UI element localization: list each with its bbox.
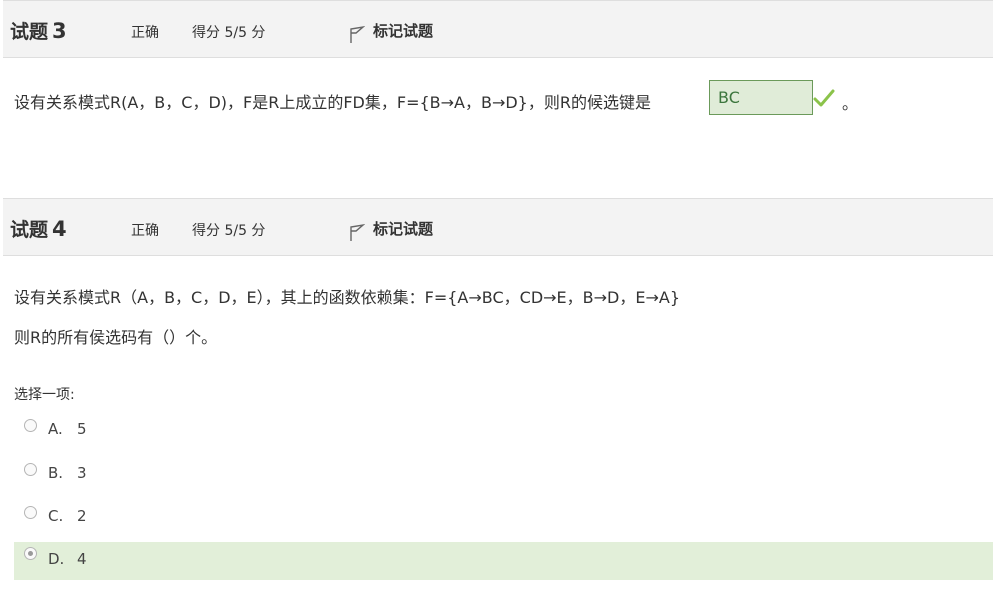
question-state: 正确 — [131, 223, 159, 239]
question-4-title: 试题 4 — [10, 215, 67, 242]
option-letter: C. — [48, 507, 64, 525]
sentence-end: 。 — [842, 94, 859, 113]
radio-button[interactable] — [24, 419, 37, 432]
question-3-text: 设有关系模式R(A，B，C，D)，F是R上成立的FD集，F={B→A，B→D}，… — [14, 93, 651, 112]
flag-question-button[interactable]: 标记试题 — [348, 20, 434, 43]
option-letter: B. — [48, 464, 64, 482]
flag-question-button[interactable]: 标记试题 — [348, 218, 434, 241]
question-grade: 得分 5/5 分 — [192, 223, 266, 239]
question-grade: 得分 5/5 分 — [192, 25, 266, 41]
radio-button[interactable] — [24, 506, 37, 519]
question-4-header: 试题 4 正确 得分 5/5 分 标记试题 — [3, 198, 993, 256]
option-letter: D. — [48, 550, 65, 568]
question-number: 3 — [52, 19, 67, 43]
question-4-text-line1: 设有关系模式R（A，B，C，D，E），其上的函数依赖集：F={A→BC，CD→E… — [14, 288, 681, 307]
answer-input[interactable]: BC — [709, 80, 813, 115]
choose-one-prompt: 选择一项: — [14, 387, 75, 403]
radio-button[interactable] — [24, 463, 37, 476]
option-d[interactable]: D. 4 — [14, 542, 993, 580]
radio-button-selected[interactable] — [24, 547, 37, 560]
question-title-prefix: 试题 — [10, 219, 49, 241]
option-value: 3 — [77, 464, 87, 482]
option-value: 2 — [77, 507, 87, 525]
correct-check-icon — [813, 89, 835, 107]
question-3-title: 试题 3 — [10, 17, 67, 44]
option-b[interactable]: B. 3 — [14, 457, 993, 495]
question-title-prefix: 试题 — [10, 21, 49, 43]
question-state: 正确 — [131, 25, 159, 41]
option-a[interactable]: A. 5 — [14, 413, 993, 451]
flag-icon — [350, 25, 365, 43]
flag-question-label: 标记试题 — [373, 22, 434, 40]
question-number: 4 — [52, 217, 67, 241]
flag-question-label: 标记试题 — [373, 220, 434, 238]
flag-icon — [350, 223, 365, 241]
option-letter: A. — [48, 420, 63, 438]
option-c[interactable]: C. 2 — [14, 500, 993, 538]
option-value: 5 — [77, 420, 87, 438]
question-4-text-line2: 则R的所有侯选码有（）个。 — [14, 328, 218, 347]
question-3-header: 试题 3 正确 得分 5/5 分 标记试题 — [3, 0, 993, 58]
option-value: 4 — [77, 550, 87, 568]
